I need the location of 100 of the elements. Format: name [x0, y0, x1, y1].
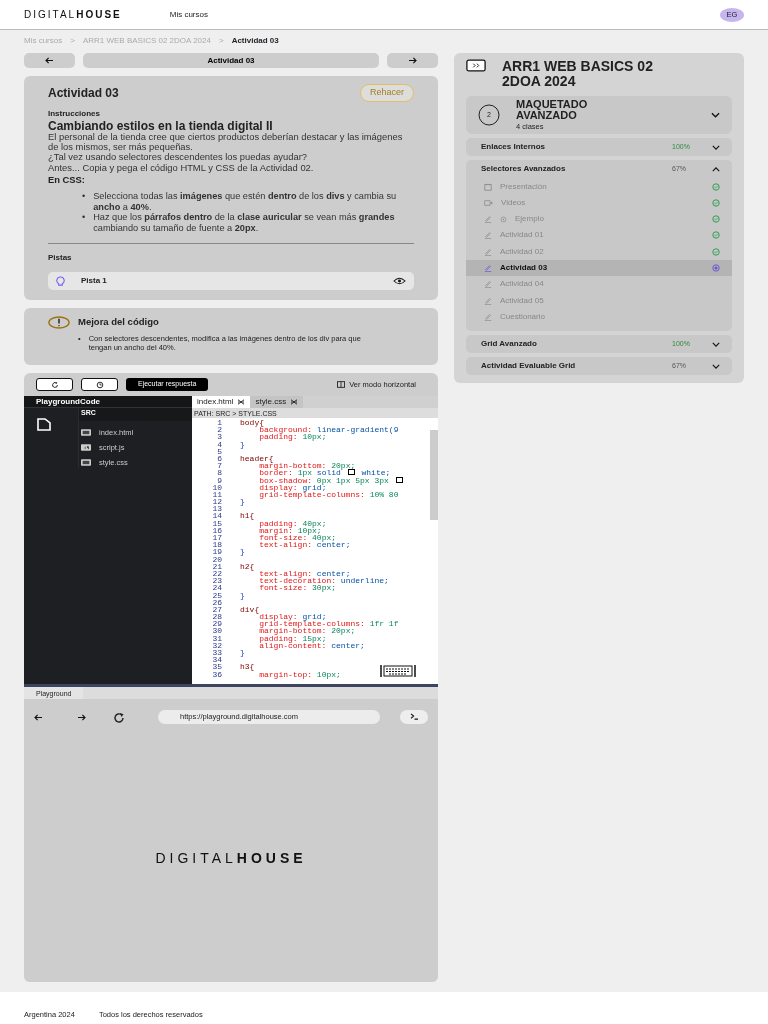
- code-line: padding: 15px;: [258, 634, 327, 642]
- code-line: padding: 10px;: [258, 433, 327, 441]
- terminal-button[interactable]: [400, 710, 428, 725]
- file-type-icon: [81, 428, 91, 436]
- columns-icon: [337, 381, 346, 389]
- code-line: font-size: 30px;: [258, 584, 337, 592]
- instruction-item: Selecciona todas las imágenes que estén dentro de los divs y cambia su ancho a 40%.: [93, 191, 398, 213]
- line-number: 11: [211, 490, 222, 499]
- line-number: 3: [216, 433, 222, 441]
- instruction-item: Haz que los párrafos dentro de la clase auricular se vean más grandes cambiando su tamaño de fuente a 20px.: [93, 212, 396, 234]
- file-tab[interactable]: style.css: [250, 396, 304, 409]
- line-number: 5: [216, 447, 222, 455]
- code-line: margin-bottom: 20px;: [259, 462, 356, 470]
- code-line: body{: [240, 419, 264, 427]
- code-line: grid-template-columns: 1fr 1f: [259, 620, 399, 628]
- line-number: 28: [211, 613, 222, 621]
- section-label: Instrucciones: [48, 107, 101, 120]
- line-number: 36: [211, 670, 222, 678]
- code-line: h2{: [240, 562, 255, 570]
- line-number: 1: [216, 419, 222, 427]
- line-number: 2: [216, 426, 222, 434]
- code-line: padding: 40px;: [258, 519, 327, 527]
- line-number: 20: [211, 555, 222, 563]
- activity-title-button[interactable]: Actividad 03: [83, 53, 379, 68]
- line-number: 12: [211, 498, 222, 506]
- pencil-icon: [484, 264, 492, 272]
- clock-icon: [95, 380, 104, 389]
- code-line: div{: [240, 605, 260, 614]
- line-number: 30: [211, 627, 222, 635]
- breadcrumb-link[interactable]: Actividad 03: [231, 35, 279, 47]
- code-line: border: 1px solid white;: [258, 469, 391, 477]
- module-title: MAQUETADO AVANZADO: [516, 98, 589, 121]
- video-icon: [484, 199, 493, 206]
- pencil-icon: [484, 247, 492, 256]
- lesson-item[interactable]: Actividad 03: [466, 259, 732, 277]
- terminal-icon: [408, 713, 420, 721]
- file-icon[interactable]: [36, 416, 52, 433]
- code-line: }: [240, 548, 245, 556]
- instruction-text: El personal de la tienda cree que ciertos productos deberían destacar y las imágenes de los mismos, ser más pequeñas.: [48, 131, 404, 153]
- pencil-icon: [484, 280, 492, 289]
- code-line: box-shadow: 0px 1px 5px 3px: [240, 476, 405, 484]
- line-number: 13: [211, 505, 222, 513]
- line-number: 17: [211, 534, 222, 542]
- code-line: h1{: [240, 512, 255, 520]
- expand-icon[interactable]: [466, 59, 486, 72]
- arrow-left-icon: [45, 57, 54, 64]
- bullet-marker: •: [82, 191, 86, 203]
- breadcrumb-separator: >: [218, 35, 224, 47]
- line-number: 31: [211, 634, 222, 642]
- line-number: 6: [216, 455, 222, 463]
- line-number: 23: [211, 577, 222, 585]
- line-number: 25: [211, 591, 222, 599]
- activity-heading: Cambiando estilos en la tienda digital II: [48, 119, 274, 132]
- code-line: text-align: center;: [258, 541, 351, 549]
- target-icon: [500, 215, 507, 223]
- breadcrumb-separator: >: [70, 35, 75, 47]
- pencil-icon: [484, 296, 492, 305]
- line-number: 34: [211, 656, 222, 664]
- line-number: 16: [211, 526, 222, 535]
- line-number: 4: [216, 440, 222, 448]
- activity-title: Actividad 03: [48, 85, 119, 100]
- instruction-text: ¿Tal vez usando selectores descendentes los puedas ayudar?: [48, 152, 308, 163]
- refresh-icon: [113, 711, 125, 724]
- line-number: 32: [211, 641, 222, 650]
- line-number: 10: [211, 483, 222, 491]
- code-line: }: [240, 591, 245, 599]
- hint-label: Pista 1: [81, 275, 108, 288]
- line-number: 19: [211, 548, 222, 556]
- lightbulb-icon: [56, 275, 65, 287]
- improvement-title: Mejora del código: [78, 315, 159, 330]
- bullet-marker: •: [82, 212, 86, 225]
- line-number: 8: [216, 469, 222, 477]
- previous-button[interactable]: [24, 53, 75, 68]
- reset-button[interactable]: [36, 378, 73, 392]
- warning-icon: [48, 315, 70, 329]
- code-line: }: [240, 498, 245, 506]
- scrollbar[interactable]: [430, 430, 438, 521]
- keyboard-icon[interactable]: [380, 665, 416, 678]
- hints-title: Pistas: [48, 252, 73, 265]
- pencil-icon: [484, 312, 492, 321]
- file-type-icon: [81, 443, 91, 451]
- line-number: 35: [211, 663, 222, 671]
- line-number: 24: [211, 584, 222, 592]
- logo-wordmark[interactable]: DIGITALHOUSE: [24, 7, 122, 22]
- code-line: font-size: 40px;: [258, 534, 337, 542]
- logo-wordmark: DIGITALHOUSE: [155, 849, 307, 869]
- file-tab[interactable]: index.html: [192, 396, 251, 409]
- list-title: En CSS:: [48, 173, 86, 187]
- line-number: 18: [211, 541, 222, 549]
- line-number: 33: [211, 649, 222, 657]
- close-icon[interactable]: [237, 399, 246, 406]
- nav-link[interactable]: Mis cursos: [169, 8, 208, 21]
- history-button[interactable]: [81, 378, 118, 392]
- close-icon[interactable]: [290, 399, 299, 406]
- hint-row[interactable]: Pista 1: [48, 272, 414, 291]
- code-line: margin-top: 10px;: [258, 670, 341, 678]
- next-button[interactable]: [387, 53, 438, 68]
- eye-icon[interactable]: [393, 277, 406, 286]
- arrow-right-icon: [408, 57, 417, 64]
- pencil-icon: [484, 231, 492, 240]
